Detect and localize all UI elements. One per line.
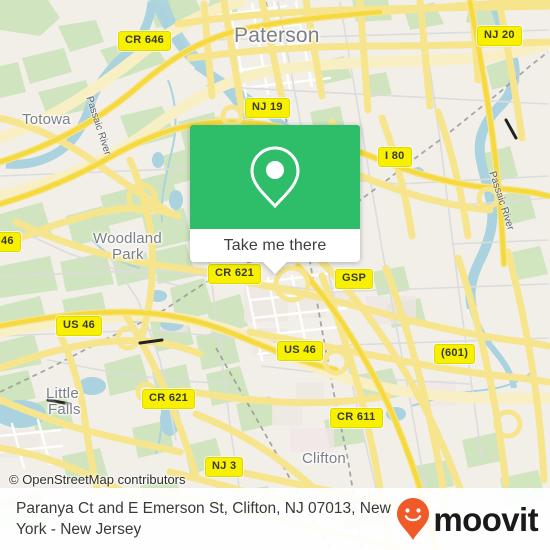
moovit-wordmark: moovit [433,500,538,538]
road-shield-nj-20: NJ 20 [477,26,522,46]
address-text: Paranya Ct and E Emerson St, Clifton, NJ… [16,500,391,538]
road-shield-601: (601) [434,344,476,364]
road-shield-nj-3: NJ 3 [205,457,244,477]
road-shield-cr-621-south: CR 621 [142,389,196,409]
callout-tail-pointer [262,261,288,274]
road-shield-i-80: I 80 [378,147,412,167]
map-screenshot: .grn{fill:#cfe5bd} .wtr{fill:#aad3df} .w… [0,0,550,550]
map-vector-layer: .grn{fill:#cfe5bd} .wtr{fill:#aad3df} .w… [0,0,550,550]
footer-bar: Paranya Ct and E Emerson St, Clifton, NJ… [0,488,550,550]
take-me-there-callout[interactable]: Take me there [190,125,360,274]
road-shield-us-46-west: US 46 [56,316,103,336]
moovit-smiley-pin-icon [397,498,430,540]
road-shield-cr-611: CR 611 [330,408,383,428]
map-pin-icon [250,146,300,209]
callout-action-bar[interactable]: Take me there [190,229,360,274]
take-me-there-label: Take me there [223,236,327,254]
moovit-brand[interactable]: moovit [396,497,539,541]
road-shield-gsp: GSP [335,269,374,289]
map-canvas[interactable]: .grn{fill:#cfe5bd} .wtr{fill:#aad3df} .w… [0,0,550,550]
road-shield-46-edge: 46 [0,232,21,252]
road-shield-cr-646: CR 646 [118,31,172,51]
callout-pin-panel [190,125,360,229]
road-shield-cr-621-north: CR 621 [208,264,262,284]
openstreetmap-attribution[interactable]: © OpenStreetMap contributors [9,472,186,487]
road-shield-nj-19: NJ 19 [245,98,290,118]
road-shield-us-46-east: US 46 [277,341,324,361]
